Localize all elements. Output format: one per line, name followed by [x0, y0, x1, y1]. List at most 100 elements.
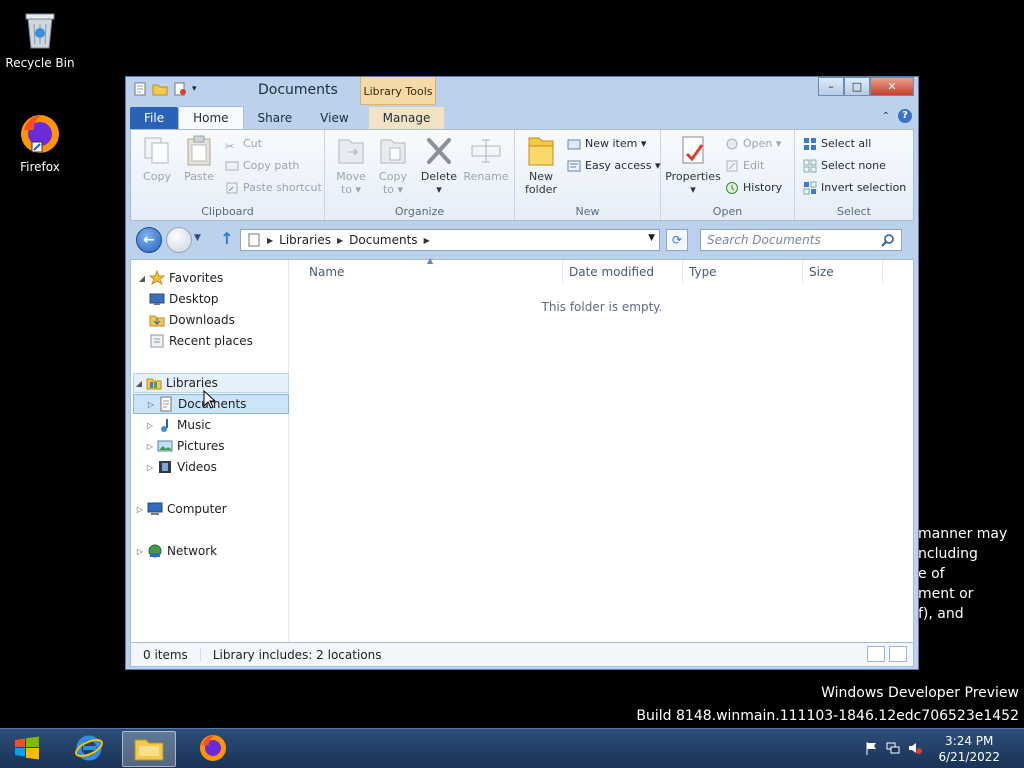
expand-arrow-icon[interactable]: ▷ [145, 463, 155, 472]
file-explorer-icon [133, 734, 165, 765]
network-tray-icon[interactable] [886, 741, 900, 755]
nav-videos[interactable]: ▷ Videos [145, 457, 301, 477]
desktop-icon-firefox[interactable]: Firefox [0, 112, 80, 174]
volume-muted-icon[interactable] [908, 741, 922, 755]
details-view-icon[interactable] [867, 646, 885, 662]
desktop-icon-recycle-bin[interactable]: Recycle Bin [0, 8, 80, 70]
new-folder-button[interactable]: New folder [521, 134, 561, 196]
move-to-button[interactable]: Move to ▾ [331, 134, 371, 196]
taskbar-file-explorer[interactable] [122, 731, 176, 767]
delete-button[interactable]: Delete ▾ [417, 134, 461, 196]
taskbar-firefox[interactable] [186, 731, 240, 767]
minimize-ribbon-icon[interactable]: ⌃ [882, 111, 890, 122]
history-button[interactable]: History [725, 178, 782, 198]
breadcrumb-documents[interactable]: Documents [345, 233, 421, 247]
tab-view[interactable]: View [306, 107, 362, 129]
easy-access-button[interactable]: Easy access ▾ [567, 156, 661, 176]
forward-button[interactable] [166, 227, 192, 253]
taskbar-internet-explorer[interactable] [62, 731, 116, 767]
nav-pictures[interactable]: ▷ Pictures [145, 436, 301, 456]
invert-selection-button[interactable]: Invert selection [803, 178, 906, 198]
address-history-dropdown[interactable]: ▼ [648, 233, 655, 243]
help-icon[interactable]: ? [898, 109, 912, 123]
expand-arrow-icon[interactable]: ▷ [146, 400, 156, 409]
close-button[interactable]: ✕ [870, 77, 914, 96]
search-icon[interactable] [881, 233, 895, 247]
arrow-up-icon: ↑ [220, 229, 234, 248]
undo-qat-icon[interactable] [172, 81, 188, 97]
refresh-icon: ⟳ [671, 233, 683, 247]
paste-shortcut-button[interactable]: Paste shortcut [225, 178, 322, 198]
customize-qat-icon[interactable]: ▾ [192, 81, 208, 97]
properties-qat-icon[interactable] [132, 81, 148, 97]
collapse-arrow-icon[interactable]: ◢ [134, 379, 144, 388]
up-button[interactable]: ↑ [218, 229, 236, 249]
expand-arrow-icon[interactable]: ▷ [135, 505, 145, 514]
nav-desktop[interactable]: Desktop [147, 289, 303, 309]
taskbar-clock[interactable]: 3:24 PM 6/21/2022 [938, 733, 1000, 765]
tab-share[interactable]: Share [244, 107, 307, 129]
taskbar: 3:24 PM 6/21/2022 [0, 728, 1024, 768]
tab-home[interactable]: Home [178, 106, 244, 129]
maximize-button[interactable]: □ [844, 77, 870, 96]
empty-folder-message: This folder is empty. [541, 300, 663, 314]
tab-manage[interactable]: Manage [368, 107, 445, 129]
breadcrumb-libraries[interactable]: Libraries [275, 233, 335, 247]
action-center-flag-icon[interactable] [864, 741, 878, 755]
select-all-button[interactable]: Select all [803, 134, 871, 154]
select-none-button[interactable]: Select none [803, 156, 886, 176]
clock-date: 6/21/2022 [938, 750, 1000, 764]
nav-recent-places[interactable]: Recent places [147, 331, 303, 351]
internet-explorer-icon [74, 733, 104, 766]
new-item-button[interactable]: New item ▾ [567, 134, 646, 154]
address-bar[interactable]: ▶ Libraries ▶ Documents ▶ ▼ [240, 229, 660, 251]
refresh-button[interactable]: ⟳ [666, 229, 688, 251]
watermark-line-1: Windows Developer Preview [821, 685, 1019, 701]
copy-to-button[interactable]: Copy to ▾ [373, 134, 413, 196]
breadcrumb-separator-icon[interactable]: ▶ [335, 236, 345, 245]
edit-button[interactable]: Edit [725, 156, 764, 176]
nav-computer[interactable]: ▷ Computer [135, 499, 291, 519]
paste-button[interactable]: Paste [179, 134, 219, 183]
title-bar[interactable]: ▾ Documents Library Tools – □ ✕ [126, 77, 918, 105]
search-input[interactable]: Search Documents [700, 229, 902, 251]
quick-access-toolbar: ▾ [132, 81, 208, 97]
column-header-date-modified[interactable]: Date modified [563, 260, 683, 284]
breadcrumb-separator-icon[interactable]: ▶ [422, 236, 432, 245]
invert-selection-icon [803, 181, 817, 195]
recycle-bin-icon [18, 8, 62, 52]
expand-arrow-icon[interactable]: ▷ [135, 547, 145, 556]
group-label-organize: Organize [394, 205, 445, 218]
network-icon [147, 543, 163, 559]
breadcrumb-separator-icon[interactable]: ▶ [265, 236, 275, 245]
expand-arrow-icon[interactable]: ▷ [145, 442, 155, 451]
minimize-button[interactable]: – [818, 77, 844, 96]
cut-button[interactable]: ✂ Cut [225, 134, 262, 154]
nav-network[interactable]: ▷ Network [135, 541, 291, 561]
select-all-icon [803, 137, 817, 151]
copy-button[interactable]: Copy [137, 134, 177, 183]
tab-file[interactable]: File [130, 107, 179, 129]
nav-favorites[interactable]: ◢ Favorites [137, 268, 293, 288]
star-icon [148, 269, 166, 286]
start-button[interactable] [0, 731, 54, 767]
group-label-select: Select [837, 205, 871, 218]
back-button[interactable]: ← [136, 227, 162, 253]
column-header-type[interactable]: Type [683, 260, 803, 284]
recent-locations-dropdown[interactable]: ▼ [194, 233, 201, 243]
nav-music[interactable]: ▷ Music [145, 415, 301, 435]
group-label-new: New [575, 205, 600, 218]
column-header-size[interactable]: Size [803, 260, 883, 284]
rename-button[interactable]: Rename [463, 134, 509, 183]
copy-path-button[interactable]: Copy path [225, 156, 299, 176]
nav-downloads[interactable]: Downloads [147, 310, 303, 330]
properties-button[interactable]: Properties ▾ [665, 134, 721, 196]
large-icons-view-icon[interactable] [889, 646, 907, 662]
new-folder-qat-icon[interactable] [152, 81, 168, 97]
watermark-line-2: Build 8148.winmain.111103-1846.12edc7065… [636, 708, 1019, 724]
open-button[interactable]: Open ▾ [725, 134, 781, 154]
collapse-arrow-icon[interactable]: ◢ [137, 274, 147, 283]
properties-icon [677, 134, 709, 168]
easy-access-icon [567, 159, 581, 173]
expand-arrow-icon[interactable]: ▷ [145, 421, 155, 430]
